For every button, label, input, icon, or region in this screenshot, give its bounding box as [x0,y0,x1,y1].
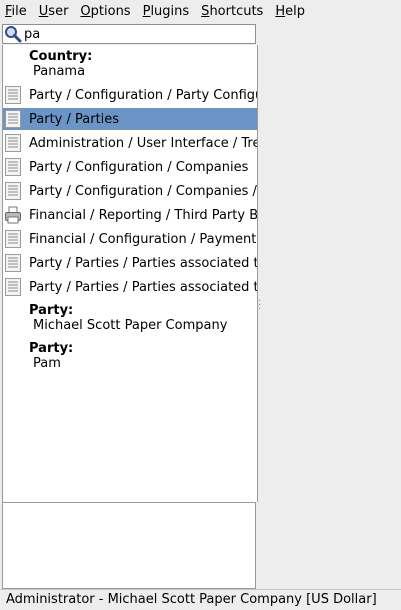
status-bar: Administrator - Michael Scott Paper Comp… [0,589,401,609]
result-row[interactable]: Financial / Configuration / Payment [3,228,257,250]
result-row[interactable]: Party / Parties / Parties associated to [3,252,257,274]
menu-plugins[interactable]: Plugins [138,0,195,24]
group-value-party[interactable]: Michael Scott Paper Company [33,318,227,333]
result-label: Party / Configuration / Party Configurat… [29,87,257,103]
group-title-party: Party: [29,341,74,356]
document-icon [5,134,21,152]
menu-user-mnemonic: U [38,4,49,19]
results-list[interactable]: Country: Panama Party / Configuration / … [2,45,258,502]
menu-help-mnemonic: H [275,4,286,19]
result-label: Party / Configuration / Companies [29,159,249,175]
result-label: Party / Configuration / Companies / [29,183,257,199]
menu-plugins-label: lugins [150,4,190,19]
result-row[interactable]: Party / Configuration / Companies / [3,180,257,202]
pane-splitter-handle[interactable]: · · · [258,297,261,315]
menu-file[interactable]: File [0,0,32,24]
group-value-party[interactable]: Pam [33,356,61,371]
group-value-country[interactable]: Panama [33,64,85,79]
result-row[interactable]: Party / Parties / Parties associated to [3,276,257,298]
group-title-party: Party: [29,303,74,318]
document-icon [5,182,21,200]
menu-options-mnemonic: O [80,4,91,19]
result-label: Party / Parties / Parties associated to [29,255,257,271]
result-label: Financial / Configuration / Payment [29,231,257,247]
result-row[interactable]: Party / Configuration / Companies [3,156,257,178]
document-icon [5,278,21,296]
result-row[interactable]: Party / Configuration / Party Configurat… [3,84,257,106]
printer-icon [5,206,21,224]
menu-options-label: ptions [90,4,131,19]
menu-file-label: ile [11,4,27,19]
menu-help-label: elp [285,4,305,19]
document-icon [5,86,21,104]
lower-pane [2,502,256,589]
search-icon [5,26,22,43]
menu-shortcuts[interactable]: Shortcuts [196,0,268,24]
result-label: Administration / User Interface / Tree [29,135,257,151]
search-input[interactable] [22,26,246,42]
search-box [2,24,256,44]
result-row[interactable]: Administration / User Interface / Tree [3,132,257,154]
result-label: Party / Parties / Parties associated to [29,279,257,295]
menu-help[interactable]: Help [270,0,310,24]
result-row[interactable]: Financial / Reporting / Third Party Bala… [3,204,257,226]
menu-user[interactable]: User [34,0,74,24]
group-title-country: Country: [29,49,93,64]
result-label: Financial / Reporting / Third Party Bala… [29,207,257,223]
document-icon [5,230,21,248]
result-row-selected[interactable]: Party / Parties [3,108,257,130]
menu-shortcuts-label: hortcuts [209,4,264,19]
document-icon [5,110,21,128]
menu-bar: File User Options Plugins Shortcuts Help [0,0,401,24]
result-label: Party / Parties [29,111,120,127]
menu-options[interactable]: Options [75,0,135,24]
document-icon [5,158,21,176]
document-icon [5,254,21,272]
menu-user-label: ser [48,4,69,19]
